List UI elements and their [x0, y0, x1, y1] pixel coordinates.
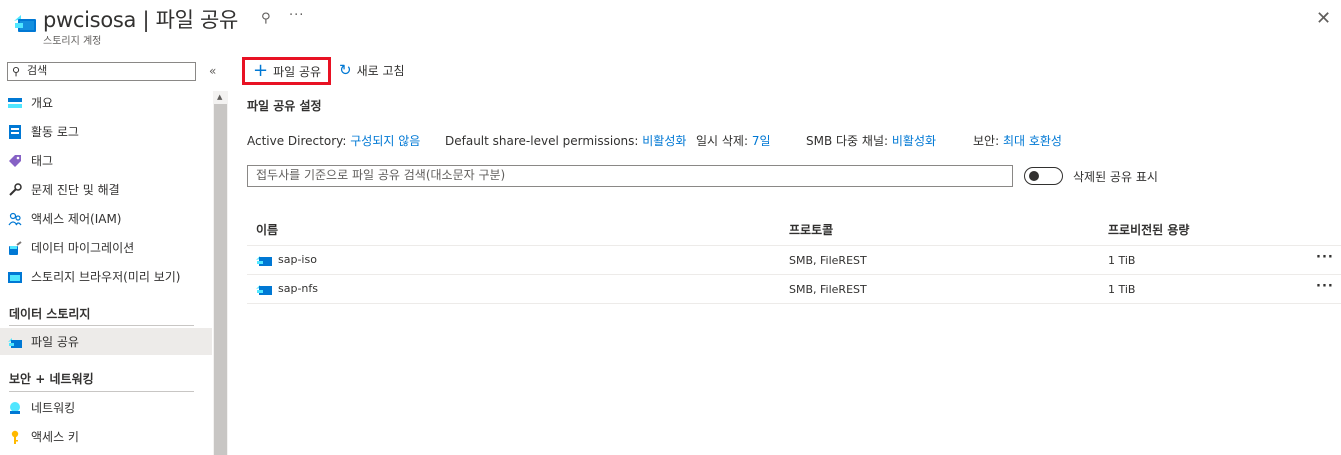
sidebar-search-input[interactable]	[27, 64, 187, 77]
sidebar-item-activity-log[interactable]: 활동 로그	[0, 118, 212, 145]
sidebar-item-label: 네트워킹	[31, 401, 76, 415]
page-subtitle: 스토리지 계정	[43, 36, 102, 47]
activity-log-icon	[8, 124, 22, 139]
row-more-icon[interactable]: ···	[1316, 279, 1334, 294]
refresh-label: 새로 고침	[356, 63, 405, 78]
security-setting: 보안: 최대 호환성	[973, 132, 1062, 149]
pin-icon[interactable]: ⚲	[261, 11, 271, 26]
sidebar-item-storage-browser[interactable]: 스토리지 브라우저(미리 보기)	[0, 263, 212, 290]
sidebar-search[interactable]: ⚲	[7, 62, 196, 81]
add-file-share-button[interactable]: + 파일 공유	[242, 57, 331, 85]
column-header-protocol[interactable]: 프로토콜	[789, 221, 833, 238]
column-header-capacity[interactable]: 프로비전된 용량	[1108, 221, 1189, 238]
security-link[interactable]: 최대 호환성	[1003, 134, 1062, 148]
divider	[247, 274, 1341, 275]
scroll-up-icon[interactable]: ▲	[217, 93, 222, 101]
smb-multichannel-link[interactable]: 비활성화	[892, 134, 936, 148]
sidebar-item-label: 개요	[31, 96, 54, 110]
smb-multichannel-setting: SMB 다중 채널: 비활성화	[806, 132, 936, 149]
tag-icon	[8, 154, 22, 168]
more-options-icon[interactable]: ···	[289, 8, 304, 23]
setting-key: SMB 다중 채널:	[806, 134, 889, 148]
page-title: pwcisosa | 파일 공유	[43, 8, 239, 32]
share-name-link[interactable]: sap-iso	[278, 253, 317, 266]
sidebar-item-label: 태그	[31, 154, 54, 168]
settings-title: 파일 공유 설정	[247, 99, 322, 113]
divider	[9, 391, 194, 392]
sidebar-item-label: 문제 진단 및 해결	[31, 183, 120, 197]
soft-delete-link[interactable]: 7일	[752, 134, 771, 148]
file-share-icon	[256, 285, 272, 295]
divider	[9, 325, 194, 326]
refresh-icon: ↻	[339, 61, 352, 79]
setting-key: 보안:	[973, 134, 1000, 148]
soft-delete-setting: 일시 삭제: 7일	[696, 132, 771, 149]
share-permissions-setting: Default share-level permissions: 비활성화	[445, 132, 686, 149]
active-directory-link[interactable]: 구성되지 않음	[350, 134, 420, 148]
sidebar-item-label: 파일 공유	[31, 335, 79, 349]
section-data-storage: 데이터 스토리지	[9, 307, 91, 321]
overview-icon	[8, 96, 22, 110]
file-share-icon	[8, 335, 22, 349]
column-header-name[interactable]: 이름	[256, 221, 278, 238]
sidebar-item-label: 스토리지 브라우저(미리 보기)	[31, 270, 181, 284]
sidebar-item-iam[interactable]: 액세스 제어(IAM)	[0, 205, 212, 232]
table-row-name[interactable]: sap-iso	[256, 253, 317, 266]
divider	[247, 303, 1341, 304]
table-cell-protocol: SMB, FileREST	[789, 254, 867, 267]
sidebar-item-migration[interactable]: 데이터 마이그레이션	[0, 234, 212, 261]
share-name-link[interactable]: sap-nfs	[278, 282, 318, 295]
section-security-networking: 보안 + 네트워킹	[9, 372, 94, 386]
show-deleted-label: 삭제된 공유 표시	[1073, 170, 1158, 184]
migration-icon	[8, 240, 22, 255]
search-icon: ⚲	[12, 65, 21, 78]
add-file-share-label: 파일 공유	[273, 64, 322, 79]
setting-key: 일시 삭제:	[696, 134, 749, 148]
file-share-search-input[interactable]	[256, 168, 996, 182]
people-icon	[8, 212, 22, 226]
sidebar-item-networking[interactable]: 네트워킹	[0, 394, 212, 421]
setting-key: Active Directory:	[247, 134, 347, 148]
networking-icon	[8, 401, 22, 415]
sidebar-scrollbar-thumb[interactable]	[214, 104, 227, 455]
sidebar-item-file-shares[interactable]: 파일 공유	[0, 328, 212, 355]
file-share-icon	[14, 15, 36, 32]
file-share-icon	[256, 256, 272, 266]
sidebar-item-diagnose[interactable]: 문제 진단 및 해결	[0, 176, 212, 203]
plus-icon: +	[253, 60, 269, 81]
sidebar-item-access-keys[interactable]: 액세스 키	[0, 423, 212, 450]
share-permissions-link[interactable]: 비활성화	[642, 134, 686, 148]
refresh-button[interactable]: ↻ 새로 고침	[339, 61, 405, 79]
sidebar-item-label: 데이터 마이그레이션	[31, 241, 135, 255]
toggle-knob	[1029, 171, 1039, 181]
close-icon[interactable]: ✕	[1316, 8, 1331, 29]
active-directory-setting: Active Directory: 구성되지 않음	[247, 132, 420, 149]
table-cell-capacity: 1 TiB	[1108, 254, 1136, 267]
sidebar-item-label: 액세스 키	[31, 430, 79, 444]
collapse-sidebar-icon[interactable]: «	[209, 64, 216, 78]
setting-key: Default share-level permissions:	[445, 134, 639, 148]
divider	[247, 245, 1341, 246]
wrench-icon	[8, 182, 22, 197]
sidebar-item-label: 액세스 제어(IAM)	[31, 212, 122, 226]
sidebar-item-tags[interactable]: 태그	[0, 147, 212, 174]
sidebar-item-overview[interactable]: 개요	[0, 89, 212, 116]
table-cell-protocol: SMB, FileREST	[789, 283, 867, 296]
key-icon	[8, 430, 22, 444]
storage-browser-icon	[8, 270, 22, 284]
row-more-icon[interactable]: ···	[1316, 250, 1334, 265]
table-row-name[interactable]: sap-nfs	[256, 282, 318, 295]
sidebar-item-label: 활동 로그	[31, 125, 79, 139]
show-deleted-toggle[interactable]	[1024, 167, 1063, 185]
table-cell-capacity: 1 TiB	[1108, 283, 1136, 296]
file-share-filter[interactable]	[247, 165, 1013, 187]
